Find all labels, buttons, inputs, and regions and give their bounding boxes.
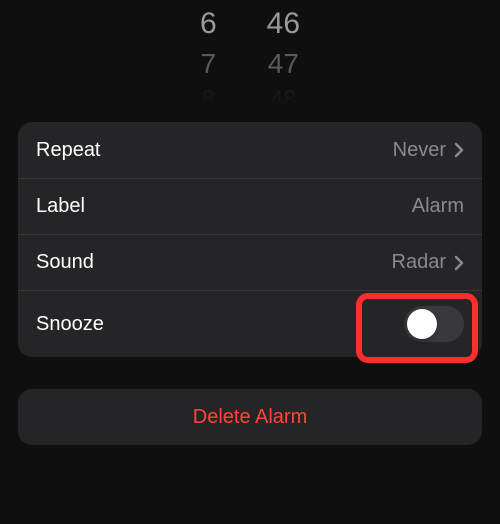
- chevron-right-icon: [454, 142, 464, 158]
- delete-alarm-button[interactable]: Delete Alarm: [18, 389, 482, 445]
- minute-option: 46: [267, 5, 300, 43]
- sound-row[interactable]: Sound Radar: [18, 234, 482, 290]
- repeat-row[interactable]: Repeat Never: [18, 122, 482, 178]
- picker-fade: [0, 70, 500, 110]
- chevron-right-icon: [454, 255, 464, 271]
- hour-option: 8: [202, 81, 215, 119]
- minute-column[interactable]: 46 47 48: [267, 5, 300, 110]
- repeat-label: Repeat: [36, 139, 101, 162]
- label-row[interactable]: Label Alarm: [18, 178, 482, 234]
- minute-option: 48: [270, 81, 297, 119]
- hour-column[interactable]: 6 7 8: [200, 5, 217, 110]
- snooze-right: [404, 306, 464, 342]
- label-value: Alarm: [412, 195, 464, 218]
- delete-alarm-label: Delete Alarm: [193, 406, 308, 429]
- time-picker[interactable]: 6 7 8 46 47 48: [0, 0, 500, 110]
- minute-option: 47: [268, 45, 299, 83]
- snooze-toggle[interactable]: [404, 306, 464, 342]
- alarm-settings-card: Repeat Never Label Alarm Sound Radar Sno…: [18, 122, 482, 357]
- snooze-row: Snooze: [18, 290, 482, 357]
- toggle-knob: [407, 309, 437, 339]
- label-label: Label: [36, 195, 85, 218]
- repeat-right: Never: [393, 139, 464, 162]
- delete-card: Delete Alarm: [18, 389, 482, 445]
- repeat-value: Never: [393, 139, 446, 162]
- sound-right: Radar: [392, 251, 464, 274]
- snooze-label: Snooze: [36, 313, 104, 336]
- hour-option: 6: [200, 5, 217, 43]
- sound-value: Radar: [392, 251, 446, 274]
- hour-option: 7: [201, 45, 217, 83]
- sound-label: Sound: [36, 251, 94, 274]
- label-right: Alarm: [412, 195, 464, 218]
